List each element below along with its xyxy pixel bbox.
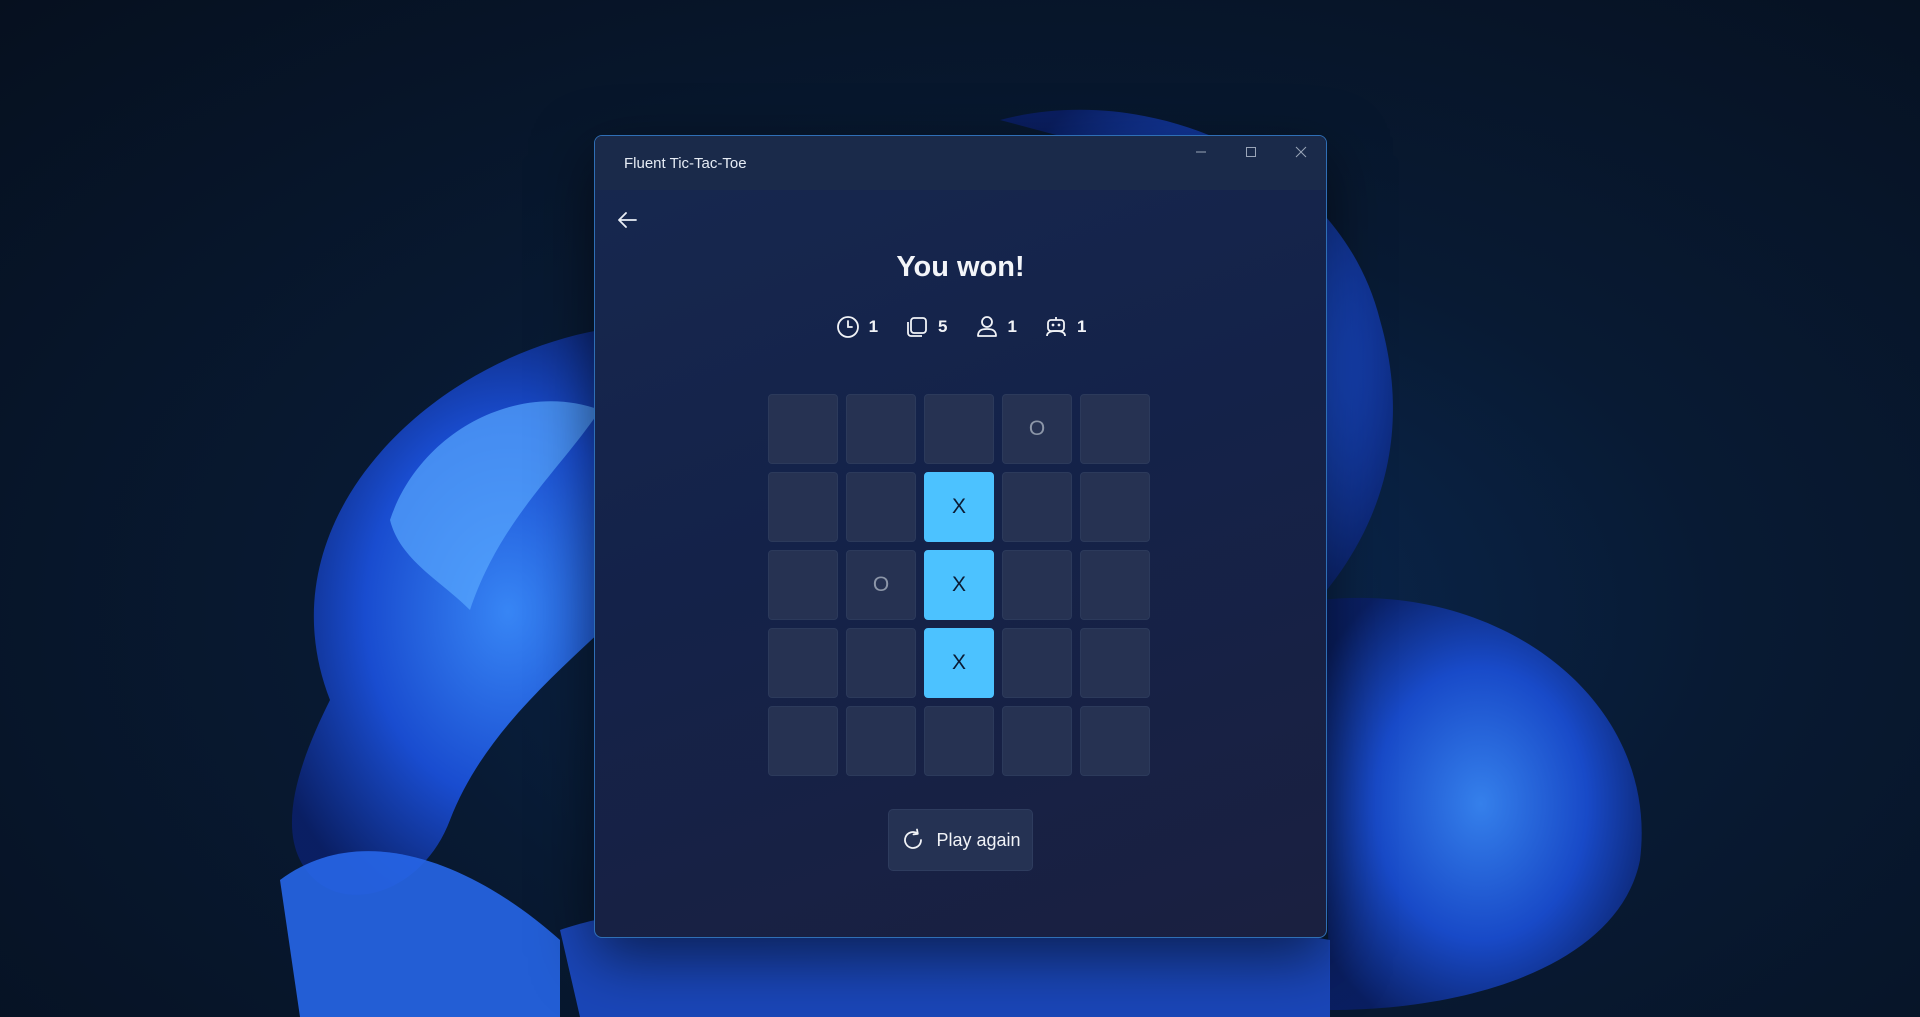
stat-player-value: 1	[1007, 317, 1017, 336]
board-cell-4-2[interactable]	[924, 706, 994, 776]
board-cell-0-4[interactable]	[1080, 394, 1150, 464]
back-button[interactable]	[609, 202, 645, 238]
stat-moves: 5	[904, 314, 948, 340]
play-again-button[interactable]: Play again	[888, 809, 1033, 871]
board-cell-2-1[interactable]: O	[846, 550, 916, 620]
board-cell-3-0[interactable]	[768, 628, 838, 698]
maximize-button[interactable]	[1226, 136, 1276, 168]
board-cell-2-2[interactable]: X	[924, 550, 994, 620]
back-arrow-icon	[618, 212, 637, 228]
stat-time: 1	[835, 314, 878, 340]
minimize-button[interactable]	[1176, 136, 1226, 168]
minimize-icon	[1196, 151, 1206, 153]
person-icon	[976, 316, 997, 337]
stat-moves-value: 5	[938, 317, 948, 336]
app-window: Fluent Tic-Tac-Toe You won! 1 5 1 1 O X …	[594, 135, 1327, 938]
stats-bar: 1 5 1 1	[595, 314, 1326, 340]
board-cell-4-4[interactable]	[1080, 706, 1150, 776]
board-cell-3-2[interactable]: X	[924, 628, 994, 698]
game-board: OXOXX	[768, 394, 1150, 776]
board-cell-0-1[interactable]	[846, 394, 916, 464]
board-cell-1-1[interactable]	[846, 472, 916, 542]
refresh-icon	[904, 828, 923, 849]
title-bar: Fluent Tic-Tac-Toe	[595, 136, 1326, 190]
stat-computer-value: 1	[1076, 317, 1087, 336]
board-cell-1-4[interactable]	[1080, 472, 1150, 542]
board-cell-2-3[interactable]	[1002, 550, 1072, 620]
board-cell-4-0[interactable]	[768, 706, 838, 776]
board-cell-1-2[interactable]: X	[924, 472, 994, 542]
board-cell-0-0[interactable]	[768, 394, 838, 464]
board-cell-1-0[interactable]	[768, 472, 838, 542]
board-cell-0-2[interactable]	[924, 394, 994, 464]
board-cell-3-3[interactable]	[1002, 628, 1072, 698]
board-cell-2-4[interactable]	[1080, 550, 1150, 620]
window-title: Fluent Tic-Tac-Toe	[624, 154, 747, 172]
stat-time-value: 1	[868, 317, 879, 336]
board-cell-3-4[interactable]	[1080, 628, 1150, 698]
robot-icon	[1046, 317, 1066, 337]
board-cell-4-1[interactable]	[846, 706, 916, 776]
caption-buttons	[1176, 136, 1326, 168]
stat-player: 1	[974, 314, 1017, 340]
board-cell-0-3[interactable]: O	[1002, 394, 1072, 464]
result-heading: You won!	[896, 251, 1025, 283]
board-cell-4-3[interactable]	[1002, 706, 1072, 776]
board-cell-2-0[interactable]	[768, 550, 838, 620]
board-cell-1-3[interactable]	[1002, 472, 1072, 542]
maximize-icon	[1246, 147, 1256, 157]
board-cell-3-1[interactable]	[846, 628, 916, 698]
close-button[interactable]	[1276, 136, 1326, 168]
clock-icon	[836, 316, 859, 338]
moves-icon	[907, 317, 927, 337]
play-again-label: Play again	[936, 829, 1021, 850]
stat-computer: 1	[1043, 314, 1086, 340]
close-icon	[1295, 146, 1307, 158]
